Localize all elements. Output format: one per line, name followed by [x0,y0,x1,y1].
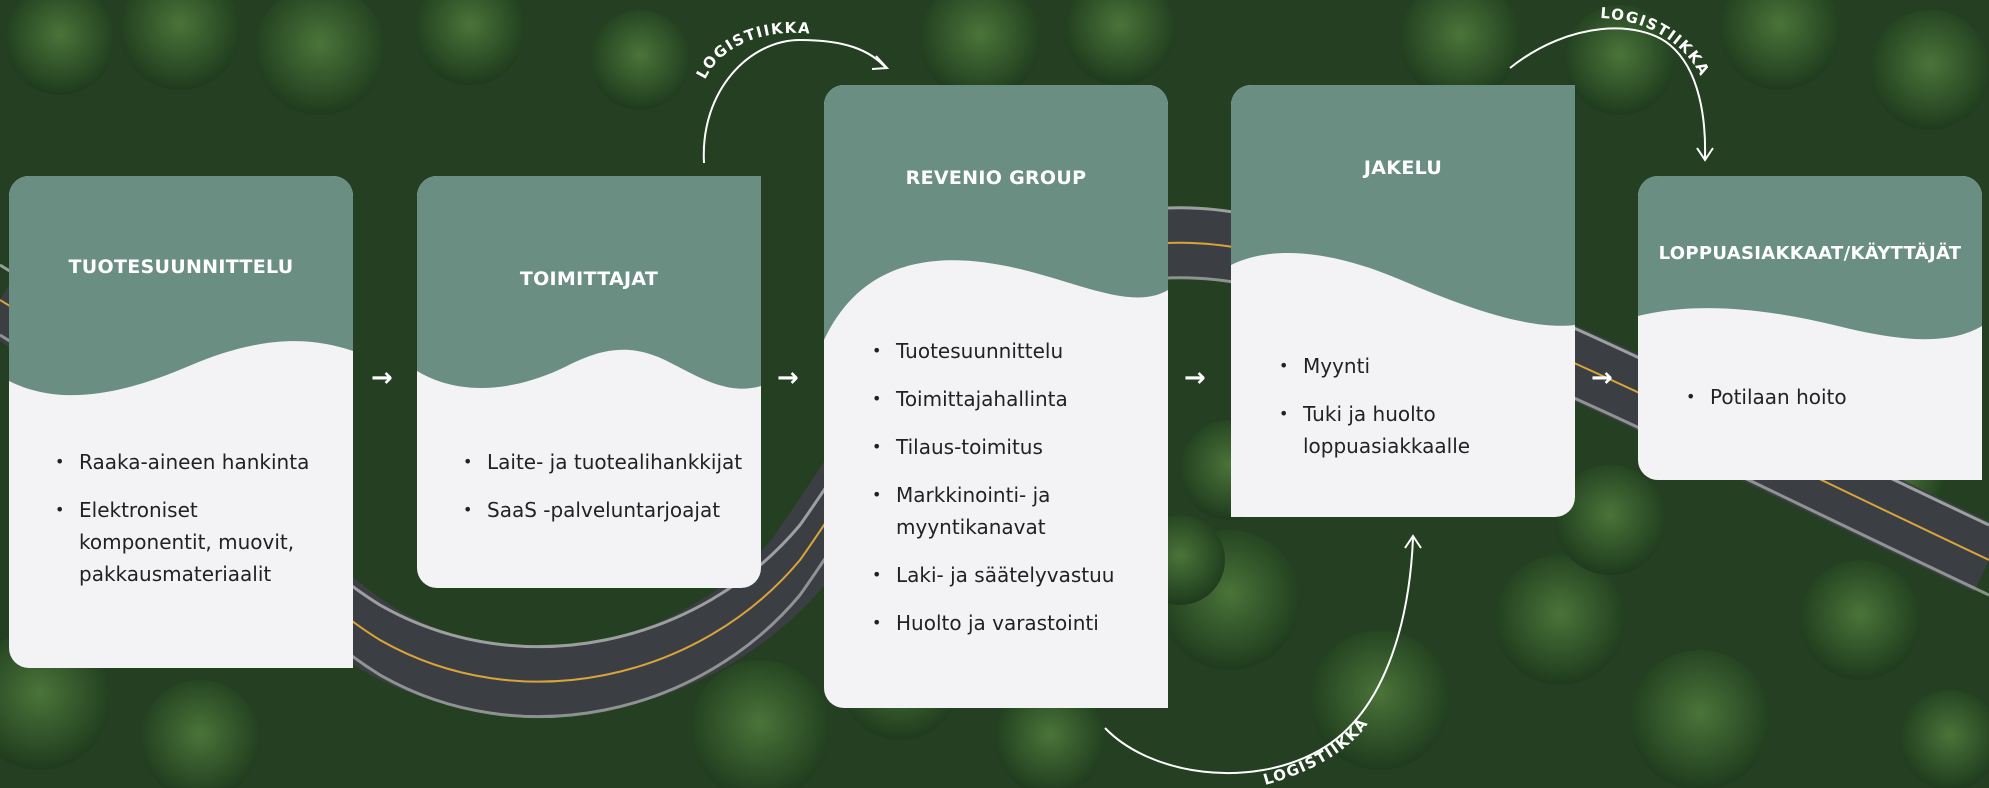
list-item: Tuotesuunnittelu [872,335,1152,367]
stage-card-toimittajat: TOIMITTAJAT Laite- ja tuotealihankkijat … [417,176,761,588]
card-header-wave [824,85,1168,340]
list-item: Tilaus-toimitus [872,431,1152,463]
list-item: Myynti [1279,350,1559,382]
list-item: Markkinointi- ja myyntikanavat [872,479,1152,543]
list-item: Huolto ja varastointi [872,607,1152,639]
list-item: Laki- ja säätelyvastuu [872,559,1152,591]
stage-item-list: Laite- ja tuotealihankkijat SaaS -palvel… [463,446,753,542]
list-item: Laite- ja tuotealihankkijat [463,446,753,478]
card-header-wave [1231,85,1575,326]
list-item: Elektroniset komponentit, muovit, pakkau… [55,494,335,590]
card-header-wave [1638,176,1982,340]
stage-title: TUOTESUUNNITTELU [68,256,294,278]
stage-title: TOIMITTAJAT [519,268,659,290]
stage-card-tuotesuunnittelu: TUOTESUUNNITTELU Raaka-aineen hankinta E… [9,176,353,668]
stage-item-list: Potilaan hoito [1686,381,1966,429]
list-item: SaaS -palveluntarjoajat [463,494,753,526]
stage-item-list: Myynti Tuki ja huolto loppuasiakkaalle [1279,350,1559,478]
stage-card-revenio-group: REVENIO GROUP Tuotesuunnittelu Toimittaj… [824,85,1168,708]
list-item: Toimittajahallinta [872,383,1152,415]
stage-title: LOPPUASIAKKAAT/KÄYTTÄJÄT [1658,243,1962,264]
list-item: Potilaan hoito [1686,381,1966,413]
list-item: Tuki ja huolto loppuasiakkaalle [1279,398,1559,462]
flow-arrow-icon: → [371,363,393,393]
flow-arrow-icon: → [1591,363,1613,393]
stage-item-list: Tuotesuunnittelu Toimittajahallinta Tila… [872,335,1152,655]
stage-title: JAKELU [1363,157,1443,179]
stage-card-jakelu: JAKELU Myynti Tuki ja huolto loppuasiakk… [1231,85,1575,517]
stage-card-loppuasiakkaat: LOPPUASIAKKAAT/KÄYTTÄJÄT Potilaan hoito [1638,176,1982,480]
flow-arrow-icon: → [777,363,799,393]
flow-arrow-icon: → [1184,363,1206,393]
stage-title: REVENIO GROUP [905,167,1087,189]
stage-item-list: Raaka-aineen hankinta Elektroniset kompo… [55,446,335,606]
list-item: Raaka-aineen hankinta [55,446,335,478]
card-header-wave [9,176,353,396]
